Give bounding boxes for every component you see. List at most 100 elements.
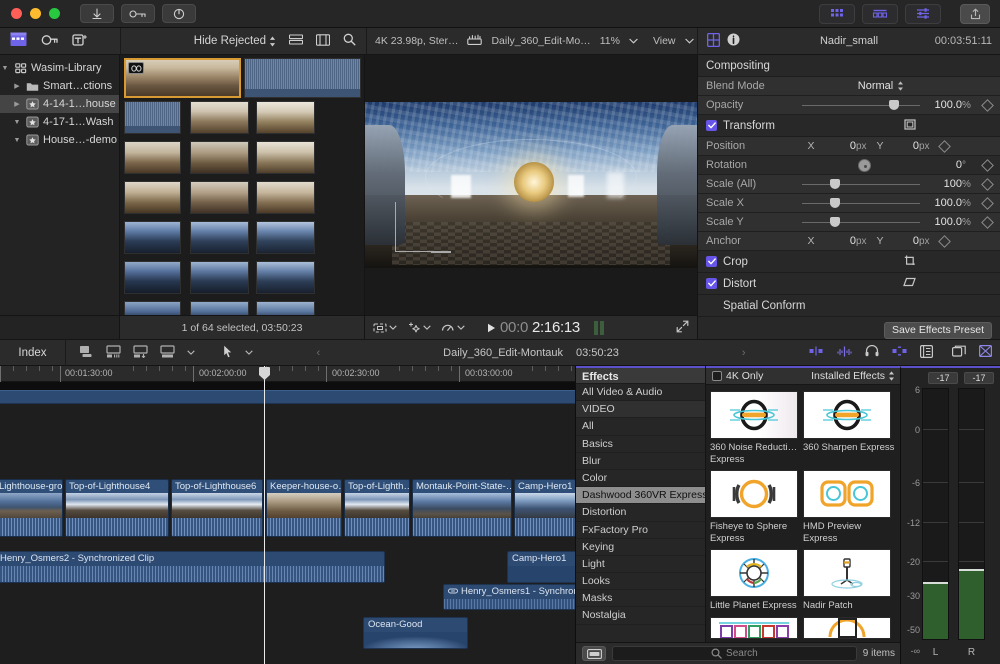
- browser-clip[interactable]: [190, 221, 249, 254]
- browser-clip[interactable]: [190, 141, 249, 174]
- fullscreen-icon[interactable]: [676, 320, 689, 336]
- filmstrip-view-icon[interactable]: [315, 33, 331, 49]
- chevron-down-icon[interactable]: [629, 38, 638, 44]
- scale-all-slider[interactable]: [802, 178, 920, 189]
- browser-clip[interactable]: [124, 301, 181, 315]
- 4k-only-checkbox-row[interactable]: 4K Only: [712, 370, 763, 382]
- snapping-icon[interactable]: [892, 346, 907, 359]
- anchor-x-value[interactable]: 0: [826, 235, 856, 247]
- position-x-value[interactable]: 0: [826, 140, 856, 152]
- keyframe-diamond-icon[interactable]: [981, 158, 994, 172]
- timeline-clip[interactable]: Top-of-Lighth…: [344, 479, 410, 537]
- disclosure-triangle-icon[interactable]: ▶: [12, 82, 22, 90]
- slider-knob[interactable]: [830, 178, 841, 189]
- position-y-value[interactable]: 0: [891, 140, 919, 152]
- effects-category-nostalgia[interactable]: Nostalgia: [576, 607, 705, 625]
- browser-clip[interactable]: [256, 301, 315, 315]
- browser-clip[interactable]: [190, 261, 249, 294]
- viewer-project-label[interactable]: Daily_360_Edit-Mo…: [491, 35, 590, 47]
- info-icon[interactable]: [727, 33, 740, 49]
- audio-skimming-icon[interactable]: [837, 346, 852, 360]
- disclosure-triangle-icon[interactable]: ▼: [12, 137, 22, 144]
- effects-category-fxfactory-pro[interactable]: FxFactory Pro: [576, 522, 705, 539]
- inspector-row-rotation[interactable]: Rotation 0 °: [698, 156, 1000, 175]
- transform-checkbox[interactable]: [706, 120, 717, 131]
- slider-knob[interactable]: [830, 216, 841, 227]
- browser-clip[interactable]: [256, 141, 315, 174]
- previous-project-button[interactable]: ‹: [316, 347, 320, 359]
- chevron-updown-icon[interactable]: [897, 81, 904, 91]
- distort-onscreen-icon[interactable]: [902, 276, 917, 291]
- slider-knob[interactable]: [830, 197, 841, 208]
- browser-clip[interactable]: [190, 301, 249, 315]
- disclosure-triangle-icon[interactable]: ▼: [12, 119, 22, 126]
- inspector-toggle-button[interactable]: [905, 3, 941, 24]
- keyframe-diamond-icon[interactable]: [938, 234, 951, 248]
- sidebar-toggle-icon[interactable]: [582, 646, 606, 661]
- titles-icon[interactable]: [72, 33, 89, 50]
- window-layout-icon[interactable]: [952, 345, 966, 360]
- browser-clip-selected[interactable]: [124, 58, 241, 98]
- disclosure-triangle-icon[interactable]: ▼: [0, 65, 10, 72]
- solo-icon[interactable]: [865, 344, 879, 360]
- transform-onscreen-icon[interactable]: [903, 118, 917, 134]
- browser-clip[interactable]: [256, 261, 315, 294]
- sidebar-item-event-house-demo[interactable]: ▼ House…-demo: [0, 131, 119, 149]
- scale-x-slider[interactable]: [802, 197, 920, 208]
- view-menu-button[interactable]: View: [653, 35, 676, 47]
- effect-item-hmd-preview[interactable]: HMD Preview Express: [803, 470, 891, 544]
- close-window-button[interactable]: [11, 8, 22, 19]
- effects-grid[interactable]: 360 Noise Reducti…Express 360 Sharpen Ex…: [706, 385, 901, 642]
- chevron-down-icon[interactable]: [187, 350, 195, 355]
- close-panel-icon[interactable]: [979, 345, 993, 360]
- sidebar-item-event-4-14[interactable]: ▶ 4-14-1…house: [0, 95, 119, 113]
- browser-clip[interactable]: [190, 101, 249, 134]
- effects-grid-panel[interactable]: 4K Only Installed Effects 360 Noise Redu…: [706, 366, 901, 642]
- effects-category-sidebar[interactable]: Effects All Video & Audio VIDEO All Basi…: [576, 366, 706, 642]
- rotation-value[interactable]: 0: [932, 159, 962, 171]
- scale-x-value[interactable]: 100.0: [926, 197, 962, 209]
- timeline-role-bar[interactable]: [0, 390, 575, 404]
- blend-mode-value[interactable]: Normal: [858, 80, 893, 92]
- inspector-row-blend-mode[interactable]: Blend Mode Normal: [698, 77, 1000, 96]
- browser-clip[interactable]: [256, 181, 315, 214]
- effects-category-all-video-audio[interactable]: All Video & Audio: [576, 384, 705, 402]
- insert-icon[interactable]: [106, 344, 121, 361]
- keyframe-diamond-icon[interactable]: [981, 98, 994, 112]
- timeline-audio-clip[interactable]: Henry_Osmers1 - Synchroniz…: [443, 584, 575, 610]
- 4k-only-checkbox[interactable]: [712, 371, 722, 381]
- opacity-value[interactable]: 100.0: [926, 99, 962, 111]
- keyframe-diamond-icon[interactable]: [981, 196, 994, 210]
- search-input[interactable]: Search: [612, 646, 857, 661]
- clip-appearance-icon[interactable]: [920, 344, 934, 361]
- timeline-toggle-button[interactable]: [862, 3, 898, 24]
- timeline-audio-clip[interactable]: Ocean-Good: [363, 617, 468, 649]
- playback-button[interactable]: [162, 4, 196, 23]
- sidebar-item-event-4-17[interactable]: ▼ 4-17-1…Wash: [0, 113, 119, 131]
- slider-knob[interactable]: [889, 99, 900, 110]
- timeline-clip[interactable]: Lighthouse-gro…: [0, 479, 63, 537]
- inspector-panel[interactable]: Compositing Blend Mode Normal Opacity 10…: [698, 55, 1000, 365]
- retime-tool-button[interactable]: [441, 322, 465, 334]
- effects-category-color[interactable]: Color: [576, 470, 705, 488]
- browser-clip[interactable]: [190, 181, 249, 214]
- browser-toggle-button[interactable]: [819, 3, 855, 24]
- timeline-clip[interactable]: Top-of-Lighthouse6: [171, 479, 263, 537]
- effects-category-keying[interactable]: Keying: [576, 539, 705, 556]
- timeline[interactable]: 00:01:30:00 00:02:00:00 00:02:30:00 00:0…: [0, 366, 575, 664]
- share-button[interactable]: [960, 3, 990, 24]
- crop-onscreen-control[interactable]: [394, 201, 451, 253]
- timeline-clip[interactable]: Top-of-Lighthouse4: [65, 479, 169, 537]
- viewer[interactable]: [365, 55, 698, 315]
- libraries-sidebar[interactable]: ▼ Wasim-Library ▶ Smart…ctions ▶ 4-14-1……: [0, 55, 120, 315]
- anchor-y-value[interactable]: 0: [891, 235, 919, 247]
- keyframe-diamond-icon[interactable]: [981, 215, 994, 229]
- search-icon[interactable]: [343, 33, 356, 49]
- view-chevron-down-icon[interactable]: [684, 38, 694, 44]
- effect-item-360-sharpen[interactable]: 360 Sharpen Express: [803, 391, 894, 465]
- browser-clip[interactable]: [256, 101, 315, 134]
- effects-category-blur[interactable]: Blur: [576, 453, 705, 470]
- inspector-row-scale-x[interactable]: Scale X 100.0 %: [698, 194, 1000, 213]
- media-browser[interactable]: [120, 55, 365, 315]
- inspector-row-opacity[interactable]: Opacity 100.0 %: [698, 96, 1000, 115]
